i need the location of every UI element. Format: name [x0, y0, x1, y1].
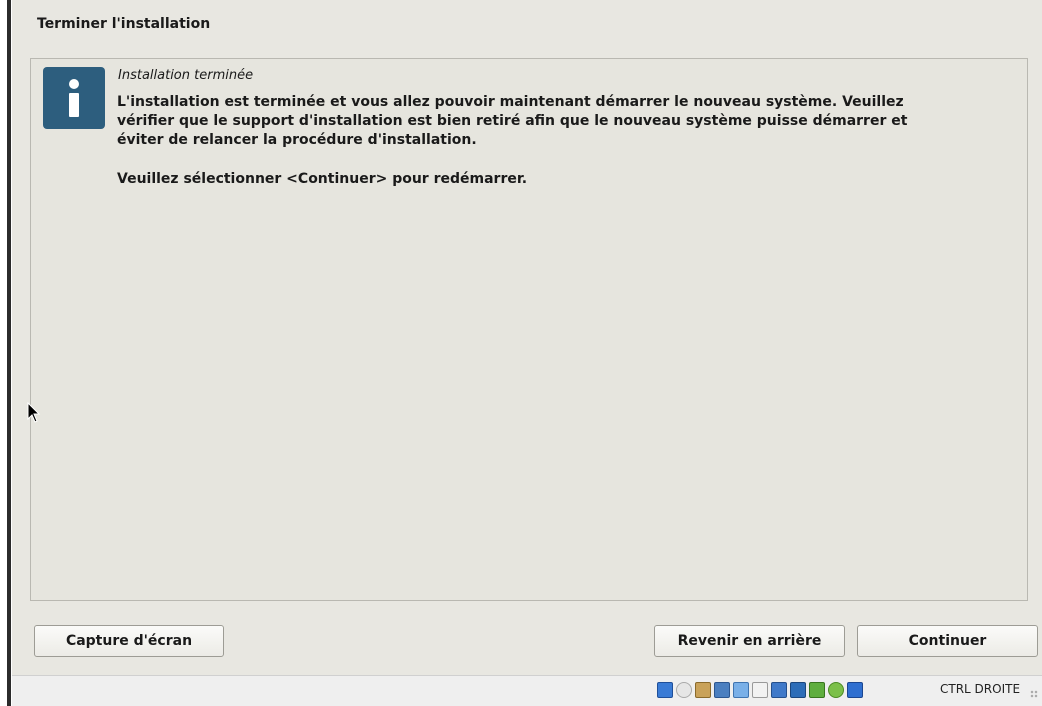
virtualbox-window: Terminer l'installation Installation ter…	[0, 0, 1042, 706]
message-line: éviter de relancer la procédure d'instal…	[117, 132, 477, 148]
message-body: L'installation est terminée et vous alle…	[117, 93, 1007, 150]
installer-screen: Terminer l'installation Installation ter…	[12, 0, 1042, 675]
message-line: vérifier que le support d'installation e…	[117, 113, 908, 129]
continue-button[interactable]: Continuer	[857, 625, 1038, 657]
info-icon	[43, 67, 105, 129]
keyboard-capture-icon[interactable]	[847, 682, 863, 698]
host-key-label: CTRL DROITE	[940, 682, 1021, 696]
vm-statusbar: CTRL DROITE	[12, 675, 1042, 706]
mouse-integration-icon[interactable]	[828, 682, 844, 698]
usb-icon[interactable]	[733, 682, 749, 698]
status-icons	[657, 681, 863, 699]
mouse-cursor-icon	[27, 402, 41, 423]
shared-folder-icon[interactable]	[752, 682, 768, 698]
audio-icon[interactable]	[695, 682, 711, 698]
back-button[interactable]: Revenir en arrière	[654, 625, 845, 657]
network-icon[interactable]	[714, 682, 730, 698]
recording-icon[interactable]	[809, 682, 825, 698]
message-prompt: Veuillez sélectionner <Continuer> pour r…	[117, 171, 528, 187]
page-title: Terminer l'installation	[37, 16, 211, 32]
optical-drive-icon[interactable]	[676, 682, 692, 698]
hard-disk-icon[interactable]	[657, 682, 673, 698]
video-capture-icon[interactable]	[790, 682, 806, 698]
window-left-edge	[0, 0, 12, 706]
message-panel: Installation terminée L'installation est…	[30, 58, 1028, 601]
screenshot-button[interactable]: Capture d'écran	[34, 625, 224, 657]
message-line: L'installation est terminée et vous alle…	[117, 94, 904, 110]
display-icon[interactable]	[771, 682, 787, 698]
resize-grip-icon[interactable]	[1030, 690, 1038, 698]
message-subtitle: Installation terminée	[118, 68, 254, 83]
